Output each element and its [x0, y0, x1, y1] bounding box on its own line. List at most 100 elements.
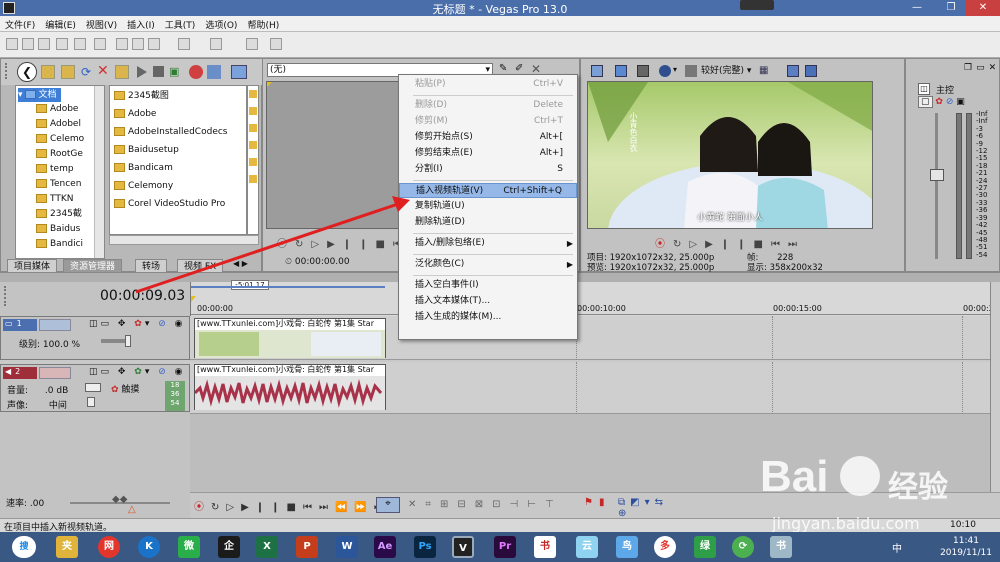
taskbar-item-2[interactable]: 网 — [98, 536, 120, 558]
track-name-field[interactable] — [39, 319, 71, 331]
context-menu-item[interactable]: 插入空白事件(I) — [399, 278, 577, 293]
list-item[interactable]: Adobe — [114, 106, 156, 122]
file-list-hscrollbar[interactable] — [109, 235, 259, 245]
pin-icon[interactable] — [270, 38, 282, 50]
volume-slider[interactable] — [85, 383, 101, 392]
taskbar-item-16[interactable]: 多 — [654, 536, 676, 558]
auto-preview-icon[interactable]: ▣ — [169, 65, 183, 79]
normal-edit-tool-icon[interactable]: ⌖ — [376, 497, 400, 513]
taskbar-item-15[interactable]: 鸟 — [616, 536, 638, 558]
paste-icon[interactable] — [148, 38, 160, 50]
brush-icon[interactable] — [246, 38, 258, 50]
back-icon[interactable]: ❮ — [17, 62, 37, 82]
rate-slider-knob[interactable]: ◆◆ — [112, 494, 127, 505]
level-slider-knob[interactable] — [125, 335, 131, 347]
tab-scroll-arrows[interactable]: ◀ ▶ — [233, 259, 259, 273]
master-fader[interactable] — [930, 113, 944, 263]
taskbar-item-4[interactable]: 微 — [178, 536, 200, 558]
menu-edit[interactable]: 编辑(E) — [40, 16, 81, 33]
search-media-icon[interactable] — [207, 65, 221, 79]
context-menu-item[interactable]: 插入文本媒体(T)... — [399, 294, 577, 309]
video-track-lane[interactable]: [www.TTxunlei.com]小戏骨: 白蛇传 第1集 Star — [190, 316, 990, 360]
tree-scrollbar[interactable] — [94, 86, 104, 258]
context-menu-item[interactable]: 删除轨道(D) — [399, 215, 577, 230]
timeline-vscrollbar[interactable] — [990, 282, 1000, 492]
taskbar-item-5[interactable]: 企 — [218, 536, 240, 558]
menu-options[interactable]: 选项(O) — [200, 16, 242, 33]
taskbar-item-8[interactable]: W — [336, 536, 358, 558]
tree-item[interactable]: temp — [36, 162, 74, 176]
pan-slider[interactable] — [87, 397, 95, 407]
mixer-window-buttons[interactable]: ❐▭✕ — [964, 63, 998, 75]
render-icon[interactable] — [74, 38, 86, 50]
tree-item-documents[interactable]: ▾ 文档 — [18, 88, 61, 102]
track-name-field[interactable] — [39, 367, 71, 379]
list-item[interactable]: 2345截图 — [114, 88, 169, 104]
loop-region-bar[interactable] — [191, 286, 385, 288]
context-menu-item[interactable]: 插入视频轨道(V) Ctrl+Shift+Q — [399, 183, 577, 198]
context-menu-item[interactable]: 泛化颜色(C) ▶ — [399, 257, 577, 272]
mixer-buttons[interactable]: ▢ ✿ ⊘ ▣ — [918, 96, 978, 109]
context-menu-item[interactable]: 插入生成的媒体(M)... — [399, 310, 577, 325]
track-fx-buttons[interactable]: ◫▭ ✥ ✿▾ ⊘ ◉ — [89, 319, 189, 331]
taskbar-item-3[interactable]: K — [138, 536, 160, 558]
tree-item[interactable]: Adobe — [36, 102, 78, 116]
copy-icon[interactable] — [132, 38, 144, 50]
context-menu-item[interactable]: 复制轨道(U) — [399, 199, 577, 214]
list-item[interactable]: Corel VideoStudio Pro — [114, 196, 225, 212]
external-monitor-icon[interactable] — [615, 65, 627, 77]
tab-transitions[interactable]: 转场 — [135, 259, 168, 273]
tab-project-media[interactable]: 项目媒体 — [7, 259, 58, 273]
preview-quality-select[interactable]: 较好(完整) ▾ — [701, 65, 751, 77]
edit-tools[interactable]: ✕⌗⊞⊟⊠⊡⊣⊢⊤ — [408, 499, 588, 511]
context-menu-item[interactable]: 删除(D) Delete — [399, 98, 577, 113]
timeline-transport[interactable]: ⦿↻▷▶❙❙■⏮⏭⏪⏩⏯ — [194, 498, 382, 513]
context-menu-item[interactable]: 修剪结束点(E) Alt+] — [399, 146, 577, 161]
ime-indicator[interactable]: 中 — [892, 540, 902, 555]
preview-transport[interactable]: ⦿↻▷▶❙❙■⏮⏭ — [655, 235, 825, 250]
touch-mode[interactable]: ✿ 触摸 — [111, 382, 139, 395]
snap-tools[interactable]: ⧉◩▾⇆ ⊕ — [618, 497, 688, 519]
minimize-icon[interactable]: — — [900, 0, 934, 16]
clock[interactable]: 11:41 2019/11/11 — [936, 535, 996, 559]
delete-icon[interactable]: ✕ — [97, 63, 111, 79]
preview-props-icon[interactable] — [591, 65, 603, 77]
play-preview-icon[interactable] — [137, 66, 147, 78]
tree-item[interactable]: Tencen — [36, 177, 81, 191]
views-icon[interactable] — [231, 65, 247, 79]
folder-tree[interactable]: ▾ 文档 Adobe Adobel Celemo RootGe temp Tenc… — [15, 85, 105, 259]
audio-track-header[interactable]: ◀ 2 ◫▭ ✥ ✿▾ ⊘ ◉ 音量: .0 dB ✿ 触摸 声像: 中间 18 3… — [0, 364, 190, 412]
taskbar-item-12[interactable]: Pr — [494, 536, 516, 558]
video-track-header[interactable]: ▭ 1 ◫▭ ✥ ✿▾ ⊘ ◉ 级别: 100.0 % — [0, 316, 190, 360]
list-item[interactable]: Bandicam — [114, 160, 173, 176]
fx-icon[interactable] — [637, 65, 649, 77]
track-fx-buttons[interactable]: ◫▭ ✥ ✿▾ ⊘ ◉ — [89, 367, 189, 379]
trimmer-transport[interactable]: ⦿↻▷▶❙❙■⏮⏭ — [277, 235, 419, 250]
tab-explorer[interactable]: 资源管理器 — [63, 259, 123, 273]
tree-item[interactable]: Adobel — [36, 117, 81, 131]
menu-help[interactable]: 帮助(H) — [242, 16, 284, 33]
redo-icon[interactable] — [210, 38, 222, 50]
restore-icon[interactable]: ❐ — [934, 0, 968, 16]
list-item[interactable]: Celemony — [114, 178, 173, 194]
video-clip[interactable]: [www.TTxunlei.com]小戏骨: 白蛇传 第1集 Star — [194, 318, 386, 358]
save-icon[interactable] — [38, 38, 50, 50]
folder-icon[interactable] — [61, 65, 75, 79]
context-menu-item[interactable]: 粘贴(P) Ctrl+V — [399, 77, 577, 92]
context-menu-item[interactable]: 插入/删除包络(E) ▶ — [399, 236, 577, 251]
record-icon[interactable] — [189, 65, 203, 79]
tree-item[interactable]: Celemo — [36, 132, 84, 146]
taskbar-item-9[interactable]: Ae — [374, 536, 396, 558]
context-menu-item[interactable]: 修剪(M) Ctrl+T — [399, 114, 577, 129]
split-screen-icon[interactable] — [659, 65, 671, 77]
trimmer-close-icon[interactable]: ✕ — [531, 62, 543, 76]
taskbar-item-7[interactable]: P — [296, 536, 318, 558]
taskbar-item-6[interactable]: X — [256, 536, 278, 558]
menu-insert[interactable]: 插入(I) — [122, 16, 160, 33]
file-list[interactable]: 2345截图 Adobe AdobeInstalledCodecs Baidus… — [109, 85, 247, 235]
dropdown-arrow-icon[interactable]: ▾ — [673, 65, 677, 74]
up-folder-icon[interactable] — [41, 65, 55, 79]
open-icon[interactable] — [22, 38, 34, 50]
save-snapshot-icon[interactable] — [805, 65, 817, 77]
tab-video-fx[interactable]: 视频 FX — [177, 259, 224, 273]
